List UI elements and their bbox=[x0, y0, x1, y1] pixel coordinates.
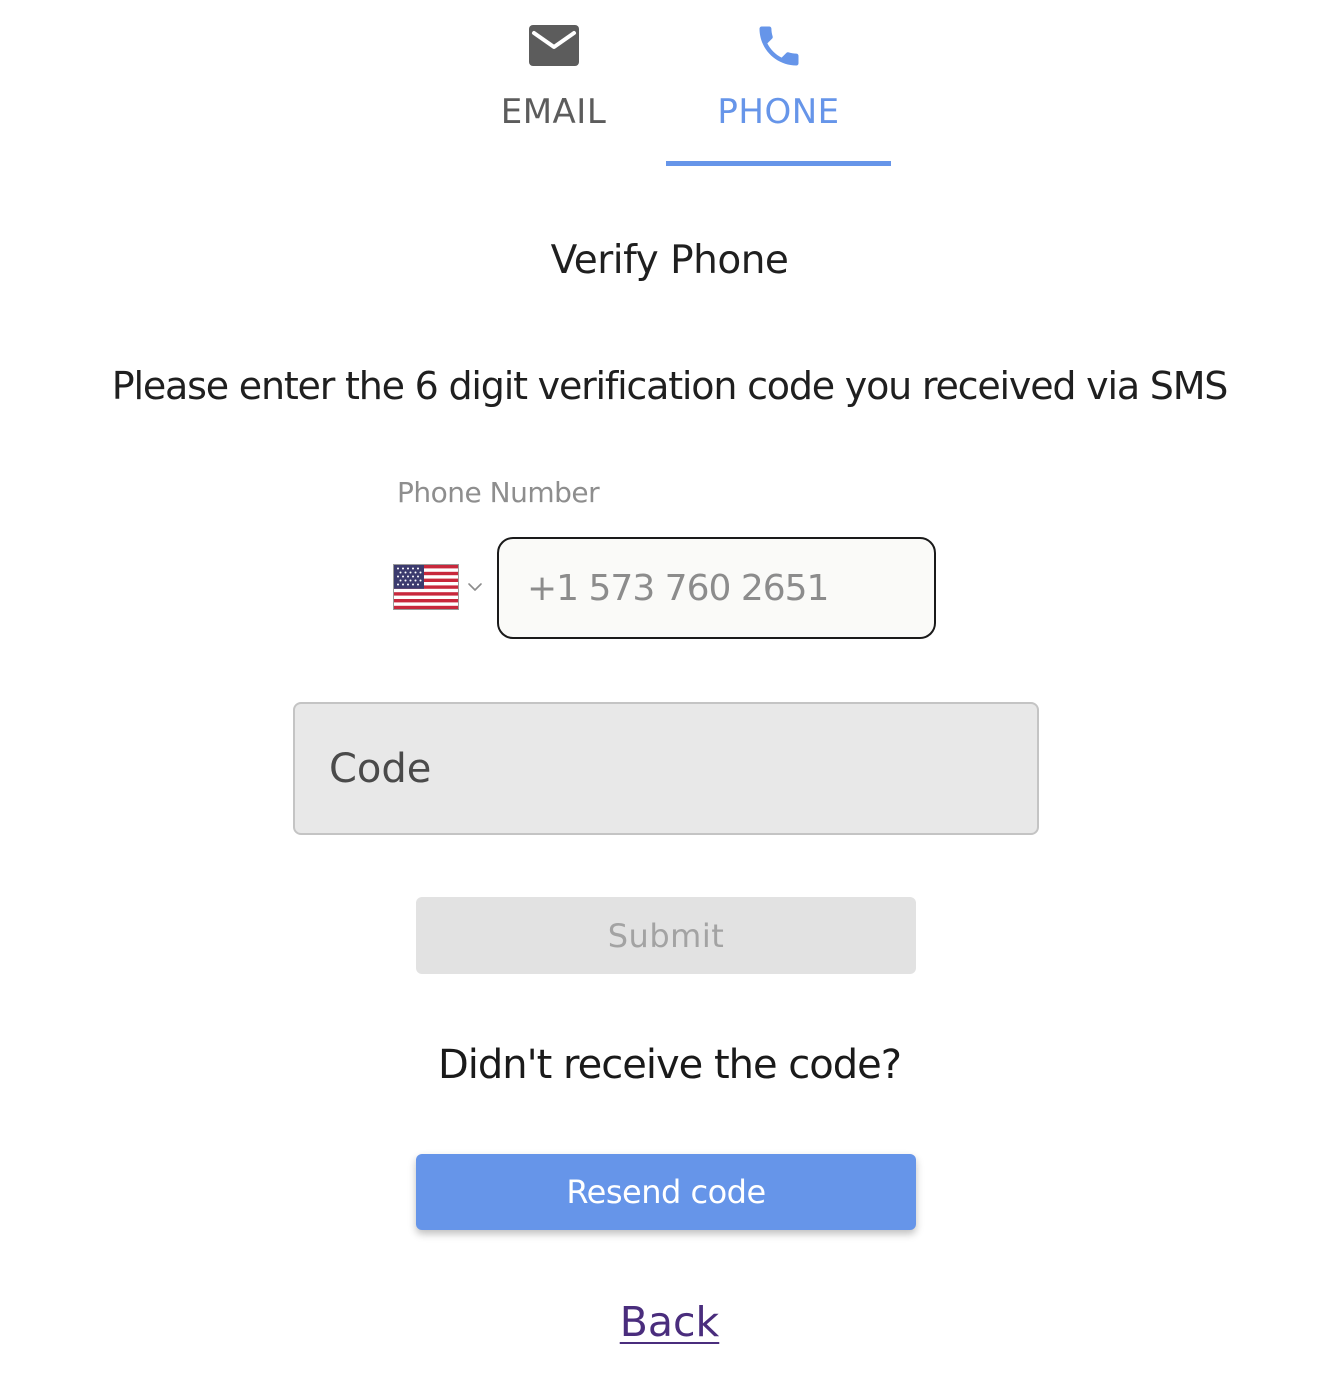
back-link-container: Back bbox=[0, 1298, 1339, 1346]
page-title: Verify Phone bbox=[550, 238, 789, 283]
resend-code-button[interactable]: Resend code bbox=[416, 1154, 916, 1230]
phone-number-label: Phone Number bbox=[397, 476, 600, 509]
verification-code-input[interactable] bbox=[293, 702, 1039, 835]
tab-phone[interactable]: PHONE bbox=[666, 0, 891, 166]
envelope-icon bbox=[528, 25, 579, 66]
phone-icon bbox=[759, 26, 798, 66]
submit-button[interactable]: Submit bbox=[416, 897, 916, 974]
tab-phone-label: PHONE bbox=[717, 92, 840, 132]
tab-email-label: EMAIL bbox=[500, 92, 607, 132]
active-tab-indicator bbox=[666, 161, 891, 166]
chevron-down-icon bbox=[468, 583, 482, 591]
instructions-text: Please enter the 6 digit verification co… bbox=[111, 364, 1229, 408]
phone-number-input[interactable] bbox=[497, 537, 936, 639]
resend-prompt: Didn't receive the code? bbox=[438, 1042, 902, 1088]
back-link[interactable]: Back bbox=[620, 1298, 720, 1346]
auth-method-tabs: EMAIL PHONE bbox=[441, 0, 891, 166]
tab-email[interactable]: EMAIL bbox=[441, 0, 666, 166]
country-code-select[interactable] bbox=[393, 564, 488, 612]
us-flag-icon bbox=[393, 564, 459, 610]
